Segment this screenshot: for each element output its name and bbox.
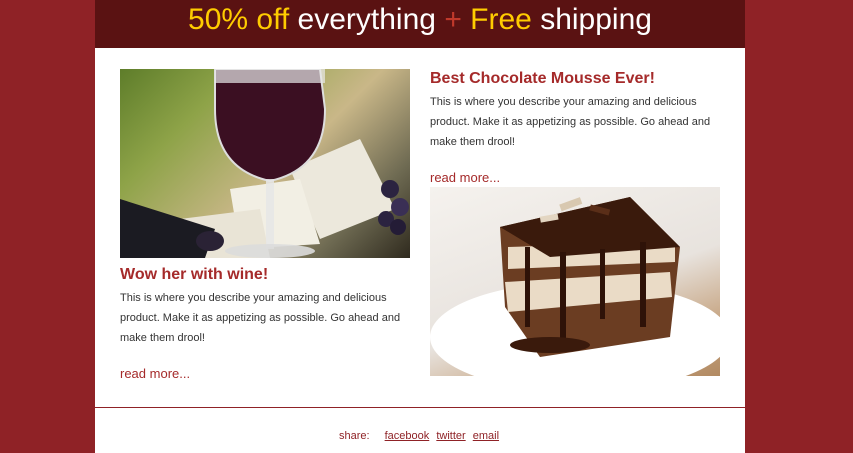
wine-image[interactable] xyxy=(120,69,410,258)
share-label: share: xyxy=(338,430,370,442)
mousse-description: This is where you describe your amazing … xyxy=(430,96,711,148)
wine-read-more-link[interactable]: read more... xyxy=(120,366,190,381)
share-email-link[interactable]: email xyxy=(473,430,499,442)
banner-discount: 50% off xyxy=(188,3,290,36)
share-twitter-link[interactable]: twitter xyxy=(436,430,465,442)
cake-illustration xyxy=(430,197,720,376)
mousse-title: Best Chocolate Mousse Ever! xyxy=(430,70,655,87)
wine-description: This is where you describe your amazing … xyxy=(120,292,401,344)
wine-title: Wow her with wine! xyxy=(120,266,269,283)
footer-divider xyxy=(95,407,745,408)
wine-illustration xyxy=(120,69,409,258)
banner-shipping: shipping xyxy=(531,3,652,36)
promo-banner: 50% off everything + Free shipping xyxy=(95,0,745,48)
banner-everything: everything xyxy=(289,3,445,36)
email-container: 50% off everything + Free shipping Wow h… xyxy=(95,0,745,453)
mousse-image[interactable] xyxy=(430,187,720,376)
mousse-read-more-link[interactable]: read more... xyxy=(430,170,500,185)
share-footer: share: facebook twitter email xyxy=(95,430,745,442)
share-facebook-link[interactable]: facebook xyxy=(385,430,430,442)
banner-plus: + xyxy=(444,3,462,36)
banner-free: Free xyxy=(461,3,532,36)
